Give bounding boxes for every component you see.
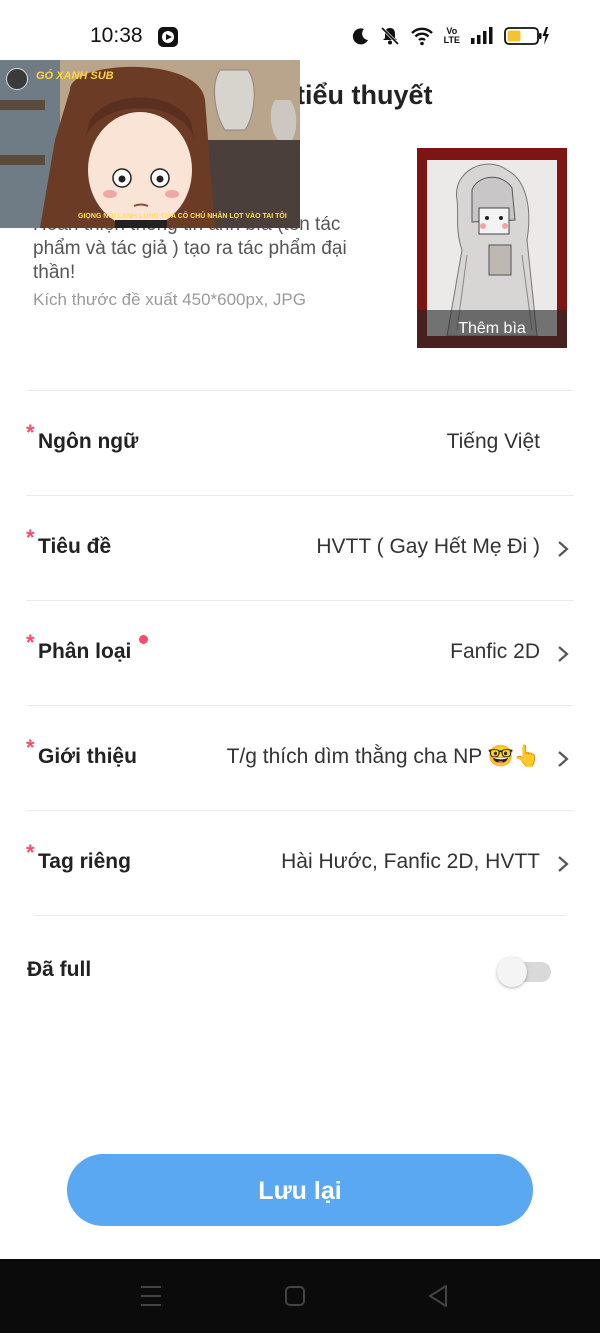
page-title: tiểu thuyết bbox=[296, 80, 433, 110]
wifi-icon bbox=[410, 26, 434, 46]
moon-icon bbox=[352, 27, 370, 45]
tags-value: Hài Hước, Fanfic 2D, HVTT bbox=[281, 850, 540, 873]
add-cover-label: Thêm bìa bbox=[417, 310, 567, 348]
title-label: Tiêu đề bbox=[38, 535, 112, 558]
system-nav-bar bbox=[0, 1259, 600, 1333]
divider bbox=[26, 810, 574, 811]
battery-icon bbox=[504, 26, 550, 46]
app-notification-icon bbox=[157, 26, 179, 48]
save-button[interactable]: Lưu lại bbox=[67, 1154, 533, 1226]
chevron-right-icon bbox=[558, 646, 569, 662]
synopsis-row[interactable]: * Giới thiệu T/g thích dìm thằng cha NP … bbox=[26, 707, 574, 811]
required-mark: * bbox=[26, 525, 35, 550]
back-icon[interactable] bbox=[427, 1283, 449, 1309]
divider bbox=[26, 495, 574, 496]
cover-image-upload[interactable]: Thêm bìa bbox=[417, 148, 567, 348]
language-value: Tiếng Việt bbox=[446, 430, 540, 453]
menu-icon[interactable] bbox=[140, 1283, 162, 1309]
required-mark: * bbox=[26, 420, 35, 445]
cover-size-hint: Kích thước đề xuất 450*600px, JPG bbox=[33, 290, 306, 309]
video-channel-name: GÓ XANH SUB bbox=[36, 70, 114, 82]
required-mark: * bbox=[26, 735, 35, 760]
video-subtitle: GIỌNG NÓI LẠNH LÙNG CỦA CÔ CHỦ NHÂN LỌT … bbox=[78, 213, 287, 220]
category-label: Phân loại bbox=[38, 640, 132, 663]
volte-line-2: LTE bbox=[443, 35, 460, 45]
mute-bell-icon bbox=[380, 26, 400, 46]
divider bbox=[26, 390, 574, 391]
category-row[interactable]: * Phân loại Fanfic 2D bbox=[26, 602, 574, 706]
new-badge-dot bbox=[139, 635, 148, 644]
floating-video-player[interactable]: GÓ XANH SUB GIỌNG NÓI LẠNH LÙNG CỦA CÔ C… bbox=[0, 60, 300, 228]
title-value: HVTT ( Gay Hết Mẹ Đi ) bbox=[316, 535, 540, 558]
completed-label: Đã full bbox=[27, 958, 92, 981]
language-row[interactable]: * Ngôn ngữ Tiếng Việt bbox=[26, 392, 574, 496]
synopsis-value: T/g thích dìm thằng cha NP 🤓👆 bbox=[226, 745, 540, 768]
category-value: Fanfic 2D bbox=[450, 640, 540, 663]
home-icon[interactable] bbox=[284, 1283, 306, 1309]
toggle-knob bbox=[497, 957, 527, 987]
divider bbox=[34, 915, 566, 916]
tags-label: Tag riêng bbox=[38, 850, 131, 873]
chevron-right-icon bbox=[558, 751, 569, 767]
language-label: Ngôn ngữ bbox=[38, 430, 139, 453]
signal-icon bbox=[470, 27, 494, 45]
divider bbox=[26, 705, 574, 706]
status-icons: Vo LTE bbox=[352, 26, 550, 46]
synopsis-label: Giới thiệu bbox=[38, 745, 137, 768]
chevron-right-icon bbox=[558, 541, 569, 557]
required-mark: * bbox=[26, 840, 35, 865]
chevron-right-icon bbox=[558, 856, 569, 872]
required-mark: * bbox=[26, 630, 35, 655]
channel-avatar bbox=[6, 68, 28, 90]
volte-indicator: Vo LTE bbox=[444, 27, 460, 45]
completed-toggle[interactable] bbox=[497, 957, 551, 987]
status-time: 10:38 bbox=[90, 24, 143, 47]
title-row[interactable]: * Tiêu đề HVTT ( Gay Hết Mẹ Đi ) bbox=[26, 497, 574, 601]
tags-row[interactable]: * Tag riêng Hài Hước, Fanfic 2D, HVTT bbox=[26, 812, 574, 916]
divider bbox=[26, 600, 574, 601]
